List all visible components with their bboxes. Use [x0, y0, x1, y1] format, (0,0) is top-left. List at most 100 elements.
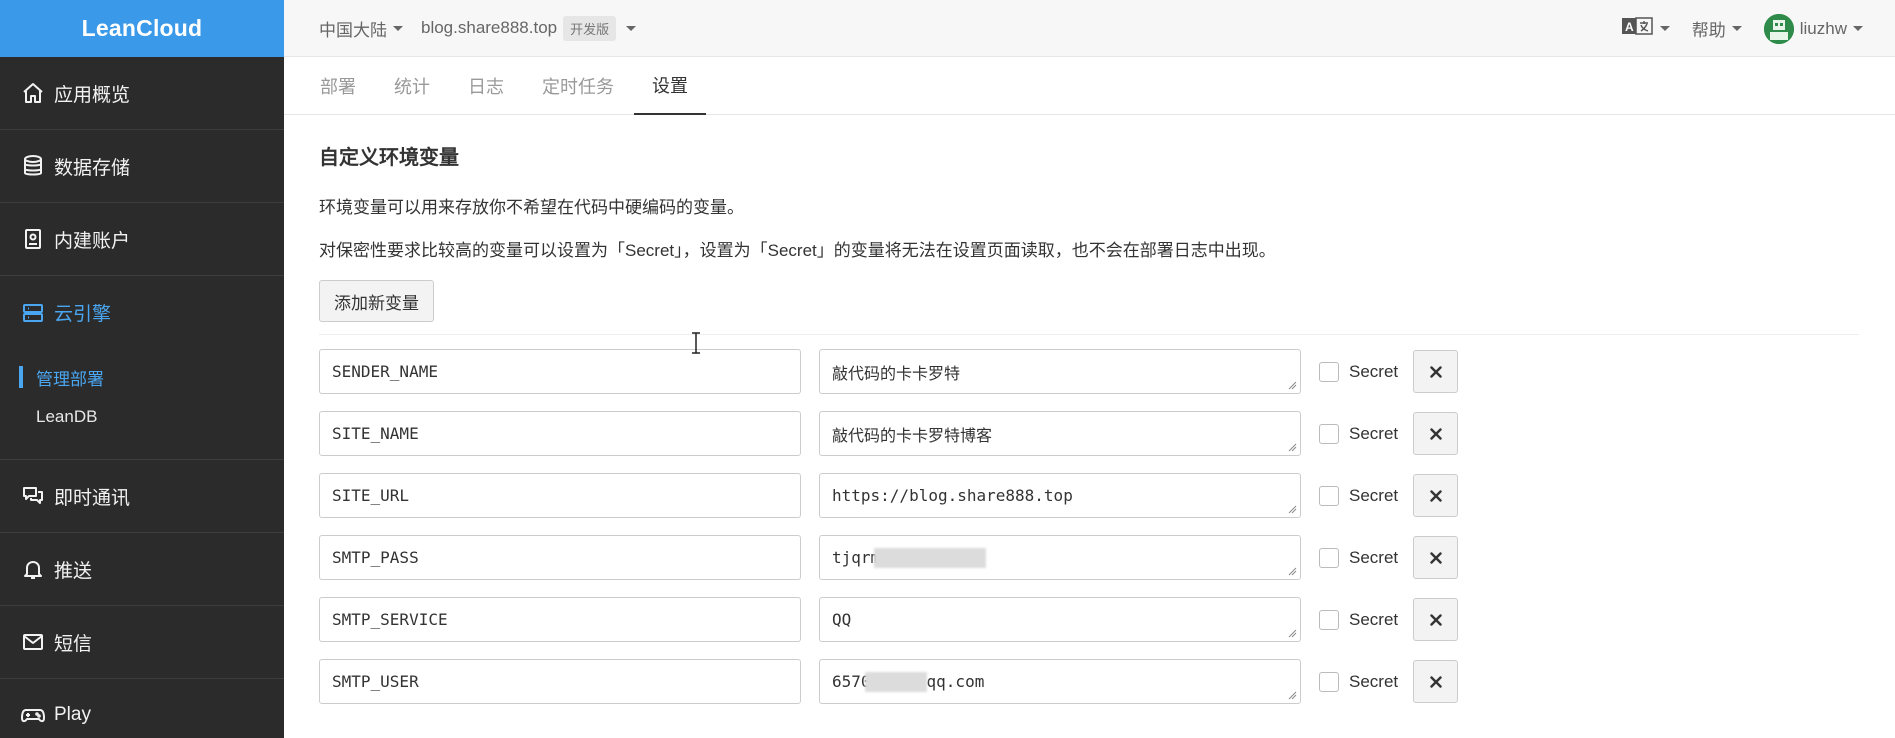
tab-deploy[interactable]: 部署 [320, 57, 374, 115]
secret-toggle: Secret [1319, 361, 1399, 382]
env-var-value: QQ [832, 610, 852, 629]
env-var-row: 敲代码的卡卡罗特博客 Secret [319, 411, 1859, 456]
language-dropdown[interactable]: A [1621, 17, 1670, 40]
secret-label: Secret [1349, 361, 1399, 381]
secret-toggle: Secret [1319, 485, 1399, 506]
chevron-down-icon [393, 25, 403, 31]
secret-label: Secret [1349, 671, 1399, 691]
divider [319, 334, 1859, 335]
tab-cron[interactable]: 定时任务 [524, 57, 632, 115]
help-dropdown[interactable]: 帮助 [1692, 16, 1742, 41]
delete-variable-button[interactable] [1413, 660, 1459, 703]
env-var-row: QQ Secret [319, 597, 1859, 642]
user-name: liuzhw [1799, 18, 1847, 38]
env-var-value: tjqrm [832, 548, 881, 567]
env-var-value-input[interactable]: QQ [819, 597, 1301, 642]
chat-icon [20, 483, 46, 509]
resize-grip-icon[interactable] [1288, 629, 1297, 638]
env-var-name-input[interactable] [319, 659, 801, 704]
user-menu[interactable]: liuzhw [1763, 13, 1863, 44]
gamepad-icon [20, 702, 46, 728]
secret-label: Secret [1349, 423, 1399, 443]
delete-variable-button[interactable] [1413, 412, 1459, 455]
description: 环境变量可以用来存放你不希望在代码中硬编码的变量。 [319, 198, 744, 217]
env-var-name-input[interactable] [319, 597, 801, 642]
chevron-down-icon [1853, 26, 1863, 31]
env-var-name-input[interactable] [319, 535, 801, 580]
env-var-name-input[interactable] [319, 473, 801, 518]
secret-toggle: Secret [1319, 423, 1399, 444]
close-icon [1429, 551, 1442, 564]
sidebar-item-storage[interactable]: 数据存储 [0, 130, 284, 203]
secret-checkbox[interactable] [1319, 423, 1339, 444]
env-var-value-input[interactable]: https://blog.share888.top [819, 473, 1301, 518]
sidebar-item-label: 即时通讯 [54, 487, 131, 509]
sidebar-item-overview[interactable]: 应用概览 [0, 57, 284, 130]
secret-checkbox[interactable] [1319, 361, 1339, 382]
chevron-down-icon [1731, 26, 1742, 31]
sidebar-item-engine[interactable]: 云引擎 [0, 276, 284, 349]
tab-stats[interactable]: 统计 [376, 57, 448, 115]
resize-grip-icon[interactable] [1288, 691, 1297, 700]
delete-variable-button[interactable] [1413, 350, 1459, 393]
bell-icon [20, 556, 46, 582]
region-dropdown[interactable]: 中国大陆 [319, 16, 403, 41]
sidebar-item-label: 内建账户 [54, 230, 131, 252]
env-var-value-input[interactable]: tjqrm [819, 535, 1301, 580]
resize-grip-icon[interactable] [1288, 381, 1297, 390]
resize-grip-icon[interactable] [1288, 443, 1297, 452]
text-cursor-icon [692, 332, 700, 354]
sidebar-item-auth[interactable]: 内建账户 [0, 203, 284, 276]
app-name: blog.share888.top [421, 18, 558, 37]
env-var-name-input[interactable] [319, 411, 801, 456]
sidebar-item-play[interactable]: Play [0, 679, 284, 738]
delete-variable-button[interactable] [1413, 474, 1459, 517]
tab-settings[interactable]: 设置 [634, 57, 706, 115]
env-var-value: 敲代码的卡卡罗特 [832, 363, 961, 383]
resize-grip-icon[interactable] [1288, 567, 1297, 576]
sidebar-item-label: 应用概览 [54, 84, 131, 106]
sidebar-subitem-deploy[interactable]: 管理部署 [0, 357, 284, 397]
secret-checkbox[interactable] [1319, 485, 1339, 506]
env-var-row: https://blog.share888.top Secret [319, 473, 1859, 518]
secret-label: Secret [1349, 609, 1399, 629]
env-var-value: 敲代码的卡卡罗特博客 [832, 425, 993, 445]
top-bar-right: A 帮助 liuzhw [1600, 0, 1863, 57]
sidebar-item-push[interactable]: 推送 [0, 533, 284, 606]
app-dropdown[interactable]: blog.share888.top 开发版 [421, 15, 637, 41]
close-icon [1429, 489, 1442, 502]
tabs: 部署 统计 日志 定时任务 设置 [284, 57, 1895, 115]
sidebar-item-im[interactable]: 即时通讯 [0, 460, 284, 533]
delete-variable-button[interactable] [1413, 598, 1459, 641]
env-var-value-input[interactable]: 敲代码的卡卡罗特博客 [819, 411, 1301, 456]
secret-checkbox[interactable] [1319, 609, 1339, 630]
region-label: 中国大陆 [319, 20, 387, 40]
resize-grip-icon[interactable] [1288, 505, 1297, 514]
delete-variable-button[interactable] [1413, 536, 1459, 579]
redacted-mask [864, 671, 927, 692]
sidebar-item-label: 短信 [54, 633, 93, 655]
redacted-mask [874, 547, 987, 568]
env-var-value-input[interactable]: 敲代码的卡卡罗特 [819, 349, 1301, 394]
sidebar-subitem-leandb[interactable]: LeanDB [0, 397, 284, 437]
section-title: 自定义环境变量 [319, 147, 459, 169]
secret-toggle: Secret [1319, 547, 1399, 568]
tab-logs[interactable]: 日志 [450, 57, 522, 115]
secret-label: Secret [1349, 547, 1399, 567]
close-icon [1429, 613, 1442, 626]
env-var-value-suffix: qq.com [926, 672, 985, 691]
secret-checkbox[interactable] [1319, 671, 1339, 692]
top-bar: 中国大陆 blog.share888.top 开发版 A 帮助 liuzhw [284, 0, 1895, 57]
brand-logo[interactable]: LeanCloud [0, 0, 284, 57]
secret-label: Secret [1349, 485, 1399, 505]
env-var-value: https://blog.share888.top [832, 486, 1073, 505]
env-var-value-input[interactable]: 6570 qq.com [819, 659, 1301, 704]
sidebar-item-sms[interactable]: 短信 [0, 606, 284, 679]
secret-checkbox[interactable] [1319, 547, 1339, 568]
svg-text:A: A [1625, 20, 1634, 34]
sidebar-item-label: 数据存储 [54, 157, 131, 179]
add-variable-button[interactable]: 添加新变量 [319, 280, 434, 322]
close-icon [1429, 427, 1442, 440]
chevron-down-icon [1659, 26, 1670, 31]
env-var-name-input[interactable] [319, 349, 801, 394]
